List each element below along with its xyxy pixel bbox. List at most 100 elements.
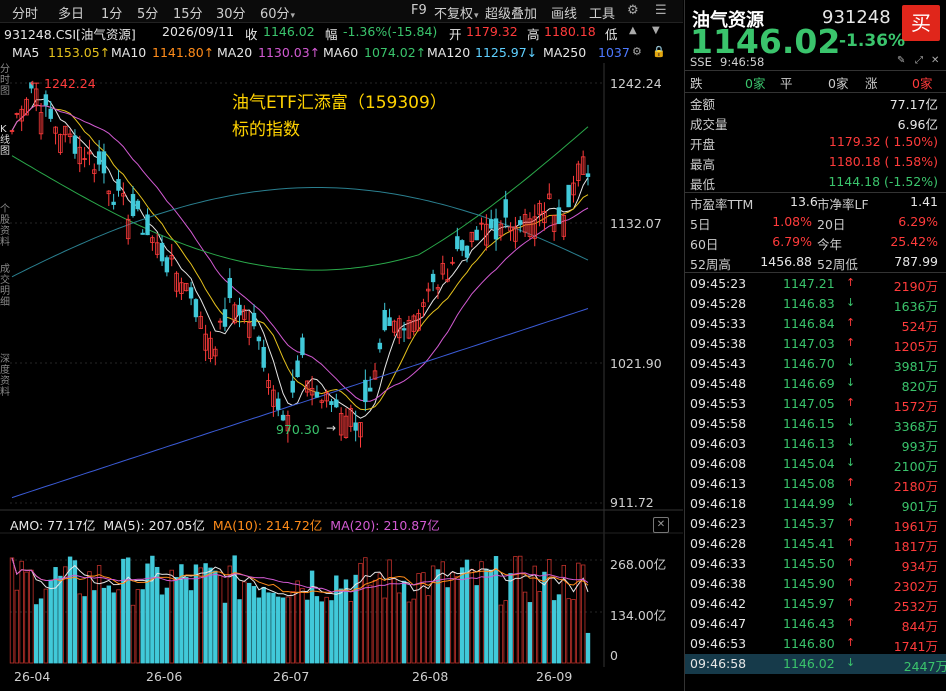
close-icon[interactable]: ✕ xyxy=(653,517,669,533)
volume-bar xyxy=(261,586,266,664)
field-row: 成交量 6.96亿 xyxy=(690,117,938,132)
overlay-button[interactable]: 超级叠加 xyxy=(485,3,537,22)
volume-bar xyxy=(34,604,39,664)
volume-bar xyxy=(92,590,97,664)
volume-bar xyxy=(184,576,189,664)
candle-body xyxy=(377,342,383,350)
trade-row: 09:46:08 1145.04 ↓ 2100万 xyxy=(690,454,942,474)
kline-chart[interactable] xyxy=(0,63,683,667)
trade-price: 1146.43 xyxy=(783,616,835,631)
settings-icon[interactable]: ⚙ xyxy=(627,3,639,18)
close-label: 收 xyxy=(245,27,258,42)
volume-bar xyxy=(256,597,262,664)
volume-bar xyxy=(401,580,407,664)
trade-row: 09:46:53 1146.80 ↑ 1741万 xyxy=(690,634,942,654)
amo-bar: AMO: 77.17亿 MA(5): 207.05亿 MA(10): 214.7… xyxy=(10,515,440,534)
volume-bar xyxy=(532,565,537,664)
volume-bar xyxy=(343,579,349,664)
adjust-dropdown[interactable]: 不复权 xyxy=(434,3,479,22)
volume-bar xyxy=(319,601,324,664)
volume-bar xyxy=(111,592,116,664)
draw-line-button[interactable]: 画线 xyxy=(551,3,577,22)
volume-bar xyxy=(300,587,305,664)
menu-icon[interactable]: ☰ xyxy=(655,3,667,18)
arrow-down-icon: ↓ xyxy=(846,376,856,389)
candle-body xyxy=(300,337,305,356)
volume-bar xyxy=(426,595,431,664)
amo-ma5-line xyxy=(11,557,589,597)
close-panel-icon[interactable]: ✕ xyxy=(931,55,939,66)
trade-time: 09:46:13 xyxy=(690,476,747,491)
tab-15min[interactable]: 15分 xyxy=(173,3,203,22)
ma20-line xyxy=(11,104,589,402)
candle-body xyxy=(72,135,78,154)
volume-bar xyxy=(358,562,363,664)
tab-intraday[interactable]: 分时 xyxy=(12,3,38,22)
trade-price: 1146.02 xyxy=(783,656,835,671)
trade-amount: 2180万 xyxy=(893,479,938,494)
week52-row: 52周高 1456.88 52周低 787.99 xyxy=(690,254,938,272)
trade-time: 09:45:53 xyxy=(690,396,747,411)
open-label: 开 xyxy=(449,27,462,42)
volume-bar xyxy=(155,566,160,664)
trade-time: 09:46:53 xyxy=(690,636,747,651)
chevron-up-icon[interactable]: ▲ xyxy=(629,25,637,36)
ma10-value: 1141.80↑ xyxy=(152,45,215,60)
trade-time: 09:45:48 xyxy=(690,376,747,391)
arrow-up-icon: ↑ xyxy=(846,516,856,529)
candle-body xyxy=(261,346,266,368)
candle-body xyxy=(382,310,387,331)
volume-bar xyxy=(324,596,329,664)
arrow-up-icon: ↑ xyxy=(846,316,856,329)
trade-time: 09:46:03 xyxy=(690,436,747,451)
gear-icon[interactable]: ⚙ xyxy=(632,45,642,58)
tab-5min[interactable]: 5分 xyxy=(137,3,158,22)
volume-bar xyxy=(164,587,170,664)
pencil-icon[interactable]: ✎ xyxy=(897,55,905,66)
tab-multi-day[interactable]: 多日 xyxy=(58,3,84,22)
trade-amount: 844万 xyxy=(901,619,938,634)
trade-row: 09:45:38 1147.03 ↑ 1205万 xyxy=(690,334,942,354)
f9-button[interactable]: F9 xyxy=(411,3,427,18)
volume-bar xyxy=(387,559,392,664)
etf-annotation: 油气ETF汇添富（159309） 标的指数 xyxy=(232,90,447,144)
volume-bar xyxy=(106,585,112,664)
candle-body xyxy=(130,194,136,217)
trade-price: 1146.15 xyxy=(783,416,835,431)
change-percent: -1.36% xyxy=(839,31,906,51)
candle-body xyxy=(43,94,49,106)
candle-body xyxy=(227,277,233,299)
tools-button[interactable]: 工具 xyxy=(589,3,615,22)
candle-body xyxy=(518,220,523,225)
lock-icon[interactable]: 🔒 xyxy=(652,45,666,58)
candle-body xyxy=(387,317,392,326)
volume-bar xyxy=(208,567,213,664)
volume-bar xyxy=(455,576,460,664)
volume-bar xyxy=(566,598,571,664)
trade-amount: 1961万 xyxy=(893,519,938,534)
volume-bar xyxy=(251,586,257,664)
buy-button[interactable]: 买 xyxy=(902,5,940,41)
ma-bar: MA5 1153.05↑ MA10 1141.80↑ MA20 1130.03↑… xyxy=(0,43,683,63)
ma60-line xyxy=(11,126,589,271)
trade-time: 09:46:18 xyxy=(690,496,747,511)
high-marker-label: 1242.24 xyxy=(44,76,96,91)
volume-bar xyxy=(121,558,126,664)
volume-bar xyxy=(367,584,373,664)
volume-bar xyxy=(77,593,82,664)
trade-row: 09:45:53 1147.05 ↑ 1572万 xyxy=(690,394,942,414)
tab-1min[interactable]: 1分 xyxy=(101,3,122,22)
volume-bar xyxy=(271,592,276,664)
tab-60min[interactable]: 60分 xyxy=(260,3,295,22)
trade-amount: 3981万 xyxy=(893,359,938,374)
volume-bar xyxy=(542,571,547,664)
tab-30min[interactable]: 30分 xyxy=(216,3,246,22)
high-value: 1180.18 xyxy=(544,24,596,39)
volume-bar xyxy=(222,602,228,664)
chevron-down-icon[interactable]: ▼ xyxy=(652,25,660,36)
arrow-up-icon: ↑ xyxy=(846,596,856,609)
trade-row: 09:46:47 1146.43 ↑ 844万 xyxy=(690,614,942,634)
volume-bar xyxy=(87,571,92,664)
expand-icon[interactable]: ⤢ xyxy=(915,55,923,66)
candle-body xyxy=(430,273,436,283)
